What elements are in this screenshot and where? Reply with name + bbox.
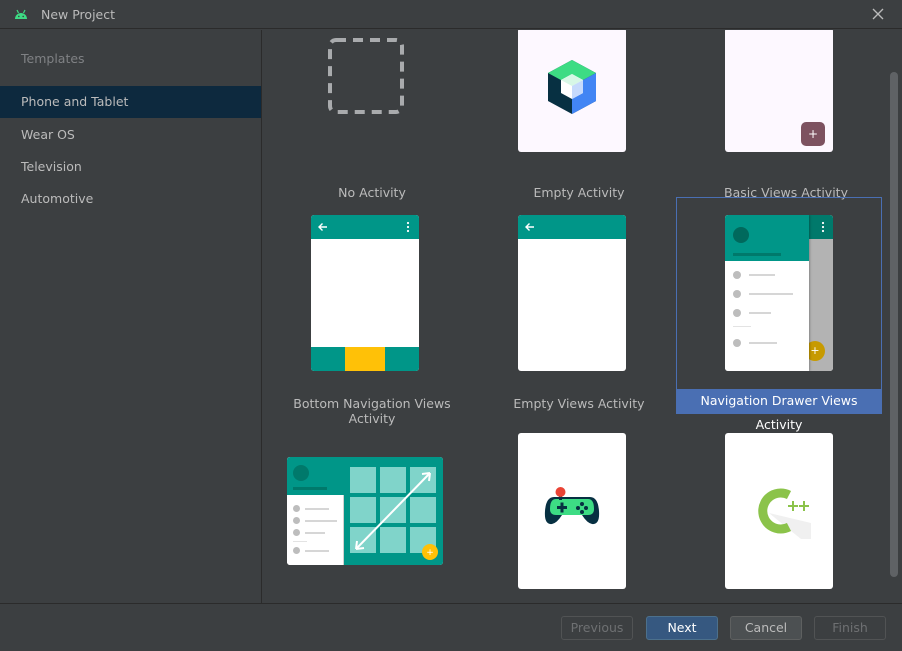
sidebar-item-label: Automotive	[21, 191, 94, 206]
bottom-navigation-icon	[311, 347, 419, 371]
template-gallery: No Activity Empty Activity + Basic Views…	[263, 30, 902, 603]
template-thumbnail	[725, 433, 833, 589]
sidebar-item-television[interactable]: Television	[0, 151, 261, 183]
template-thumbnail: +	[725, 30, 833, 152]
cancel-button[interactable]: Cancel	[730, 616, 802, 640]
arrow-left-icon	[525, 223, 534, 231]
template-thumbnail: +	[287, 457, 443, 565]
template-game-activity[interactable]	[476, 415, 682, 603]
sidebar-item-label: Television	[21, 159, 82, 174]
dashed-square-icon	[328, 38, 404, 114]
template-basic-views-activity[interactable]: + Basic Views Activity	[683, 30, 889, 201]
gallery-scrollbar[interactable]	[890, 72, 898, 577]
more-vert-icon	[821, 221, 825, 233]
sidebar-item-wear-os[interactable]: Wear OS	[0, 119, 261, 151]
template-label: Empty Views Activity	[513, 396, 645, 411]
template-native-cpp[interactable]	[683, 415, 889, 603]
more-vert-icon	[406, 221, 410, 233]
template-thumbnail	[311, 215, 419, 371]
sidebar-item-phone-and-tablet[interactable]: Phone and Tablet	[0, 86, 261, 118]
template-responsive-views-activity[interactable]: +	[269, 415, 475, 603]
game-controller-icon	[544, 487, 600, 525]
sidebar-item-label: Wear OS	[21, 127, 75, 142]
template-empty-views-activity[interactable]: Empty Views Activity	[476, 197, 682, 414]
navigation-drawer-icon	[725, 215, 809, 371]
close-icon[interactable]	[870, 6, 886, 22]
template-navigation-drawer-views-activity[interactable]: + Navigation Drawer Views Activity	[676, 197, 882, 432]
responsive-layout-icon: +	[344, 457, 443, 565]
jetpack-compose-icon	[548, 60, 596, 114]
template-thumbnail	[518, 215, 626, 371]
template-no-activity[interactable]: No Activity	[269, 30, 475, 201]
template-empty-activity[interactable]: Empty Activity	[476, 30, 682, 201]
template-thumbnail: +	[725, 215, 833, 371]
cpp-icon	[758, 488, 811, 539]
dialog-footer: Previous Next Cancel Finish	[0, 603, 902, 651]
template-categories-sidebar: Templates Phone and Tablet Wear OS Telev…	[0, 30, 262, 603]
sidebar-item-label: Phone and Tablet	[21, 94, 129, 109]
template-thumbnail	[518, 30, 626, 152]
sidebar-heading: Templates	[21, 51, 85, 66]
fab-plus-icon: +	[801, 122, 825, 146]
template-bottom-navigation-views-activity[interactable]: Bottom Navigation Views Activity	[269, 197, 475, 426]
android-icon	[15, 9, 27, 19]
window-title: New Project	[41, 7, 116, 22]
next-button[interactable]: Next	[646, 616, 718, 640]
template-label: Navigation Drawer Views Activity	[677, 389, 881, 432]
arrow-left-icon	[318, 223, 327, 231]
sidebar-item-automotive[interactable]: Automotive	[0, 183, 261, 215]
svg-text:+: +	[426, 548, 434, 558]
previous-button[interactable]: Previous	[561, 616, 633, 640]
title-bar: New Project	[0, 0, 902, 29]
template-thumbnail	[518, 433, 626, 589]
finish-button[interactable]: Finish	[814, 616, 886, 640]
